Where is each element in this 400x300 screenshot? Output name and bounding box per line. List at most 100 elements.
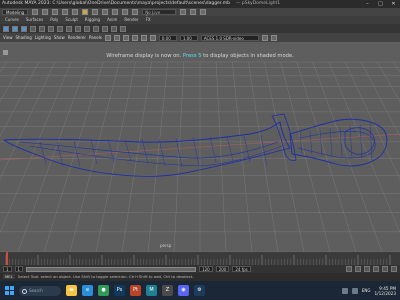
shelf-tab-rigging[interactable]: Rigging	[83, 17, 102, 23]
poly-sphere-icon[interactable]	[3, 25, 9, 32]
select-hierarchy-icon[interactable]	[82, 9, 89, 15]
play-back-icon[interactable]	[364, 266, 370, 272]
shelf-tab-fx[interactable]: FX	[144, 17, 153, 23]
bevel-icon[interactable]	[84, 25, 90, 32]
time-slider[interactable]	[0, 252, 400, 265]
panel-menu-shading[interactable]: Shading	[16, 34, 32, 42]
multi-cut-icon[interactable]	[102, 25, 108, 32]
extrude-icon[interactable]	[75, 25, 81, 32]
input-language[interactable]: ENG	[362, 288, 371, 293]
isolate-select-icon[interactable]	[261, 34, 268, 41]
end-time-field[interactable]: 200	[215, 266, 230, 272]
step-back-icon[interactable]	[355, 266, 361, 272]
command-line[interactable]: MEL Select Tool: select an object. Use Sh…	[0, 273, 400, 281]
shelf-tab-surfaces[interactable]: Surfaces	[24, 17, 45, 23]
poly-plane-icon[interactable]	[39, 25, 45, 32]
window-controls: – □ ✕	[361, 0, 400, 8]
viewport-canvas[interactable]	[0, 42, 400, 252]
redo-icon[interactable]	[72, 9, 79, 15]
lights-icon[interactable]	[149, 34, 156, 41]
taskbar-search-box[interactable]: Search	[19, 285, 61, 296]
poly-torus-icon[interactable]	[48, 25, 54, 32]
snap-point-icon[interactable]	[132, 9, 139, 15]
play-forward-icon[interactable]	[373, 266, 379, 272]
render-settings-icon[interactable]	[200, 9, 207, 15]
shelf-tab-anim[interactable]: Anim	[105, 17, 119, 23]
bridge-icon[interactable]	[93, 25, 99, 32]
xray-icon[interactable]	[270, 34, 277, 41]
network-icon[interactable]	[341, 287, 348, 294]
color-space-dropdown[interactable]: ACES 1.0 SDR-video (sRGB)	[200, 34, 259, 47]
close-button[interactable]: ✕	[387, 0, 400, 8]
hud-key-hint: Press 5	[182, 53, 202, 59]
shelf-tab-render[interactable]: Render	[122, 17, 140, 23]
handle-inner-loop	[297, 131, 376, 159]
taskbar-clock[interactable]: 9:45 PM 1/12/2023	[375, 286, 396, 296]
combine-icon[interactable]	[57, 25, 63, 32]
range-start-field[interactable]: 1	[14, 266, 24, 272]
panel-menu-lighting[interactable]: Lighting	[35, 34, 51, 42]
snap-curve-icon[interactable]	[122, 9, 129, 15]
menu-set-dropdown[interactable]: Modeling	[2, 9, 29, 15]
shelf-tab-sculpt[interactable]: Sculpt	[63, 17, 80, 23]
grid-line	[296, 61, 357, 252]
panel-menu-show[interactable]: Show	[54, 34, 65, 42]
poly-cone-icon[interactable]	[30, 25, 36, 32]
separate-icon[interactable]	[66, 25, 72, 32]
range-end-field[interactable]: 120	[199, 266, 213, 272]
taskbar-apps: Search ▬ e ● Ps Pt M Z ◉ ⚙	[0, 285, 205, 296]
3d-viewport[interactable]: Wireframe display is now on. Press 5 to …	[0, 42, 400, 252]
live-surface-field[interactable]: No Live Surface	[142, 9, 177, 20]
shelf-tab-curves[interactable]: Curves	[3, 17, 21, 23]
minimize-button[interactable]: –	[361, 0, 374, 8]
undo-icon[interactable]	[62, 9, 69, 15]
textured-icon[interactable]	[140, 34, 147, 41]
shelf-tab-poly[interactable]: Poly	[48, 17, 60, 23]
chrome-icon[interactable]: ●	[98, 285, 109, 296]
command-language-toggle[interactable]: MEL	[3, 274, 15, 279]
playback-controls	[346, 266, 400, 272]
smooth-shade-icon[interactable]	[131, 34, 138, 41]
camera-attributes-icon[interactable]	[104, 34, 111, 41]
go-to-end-icon[interactable]	[391, 266, 397, 272]
target-weld-icon[interactable]	[111, 25, 117, 32]
maya-icon[interactable]: M	[146, 285, 157, 296]
playback-range-bar[interactable]	[26, 266, 197, 272]
fps-dropdown[interactable]: 24 fps	[232, 266, 251, 272]
grid-toggle-icon[interactable]	[113, 34, 120, 41]
grid-line	[121, 61, 152, 252]
render-icon[interactable]	[180, 9, 187, 15]
panel-menu-renderer[interactable]: Renderer	[68, 34, 86, 42]
photoshop-icon[interactable]: Ps	[114, 285, 125, 296]
wireframe-icon[interactable]	[122, 34, 129, 41]
zbrush-icon[interactable]: Z	[162, 285, 173, 296]
viewport-panel-menu: View Shading Lighting Show Renderer Pane…	[0, 33, 400, 47]
new-scene-icon[interactable]	[32, 9, 39, 15]
volume-icon[interactable]	[351, 287, 358, 294]
smooth-icon[interactable]	[120, 25, 126, 32]
snap-grid-icon[interactable]	[112, 9, 119, 15]
gamma-field[interactable]: 1.00	[179, 34, 198, 41]
start-time-field[interactable]: 1	[3, 266, 12, 272]
steam-icon[interactable]: ⚙	[194, 285, 205, 296]
file-explorer-icon[interactable]: ▬	[66, 285, 77, 296]
poly-cube-icon[interactable]	[12, 25, 18, 32]
current-time-marker[interactable]	[6, 252, 8, 265]
blade-edge-loop	[209, 136, 217, 163]
select-object-icon[interactable]	[92, 9, 99, 15]
save-scene-icon[interactable]	[52, 9, 59, 15]
maximize-button[interactable]: □	[374, 0, 387, 8]
discord-icon[interactable]: ◉	[178, 285, 189, 296]
ipr-render-icon[interactable]	[190, 9, 197, 15]
exposure-field[interactable]: 0.00	[158, 34, 177, 41]
windows-start-icon[interactable]	[5, 286, 14, 295]
substance-icon[interactable]: Pt	[130, 285, 141, 296]
poly-cylinder-icon[interactable]	[21, 25, 27, 32]
panel-menu-view[interactable]: View	[3, 34, 13, 42]
select-component-icon[interactable]	[102, 9, 109, 15]
go-to-start-icon[interactable]	[346, 266, 352, 272]
panel-menu-panels[interactable]: Panels	[89, 34, 102, 42]
edge-icon[interactable]: e	[82, 285, 93, 296]
open-scene-icon[interactable]	[42, 9, 49, 15]
step-forward-icon[interactable]	[382, 266, 388, 272]
